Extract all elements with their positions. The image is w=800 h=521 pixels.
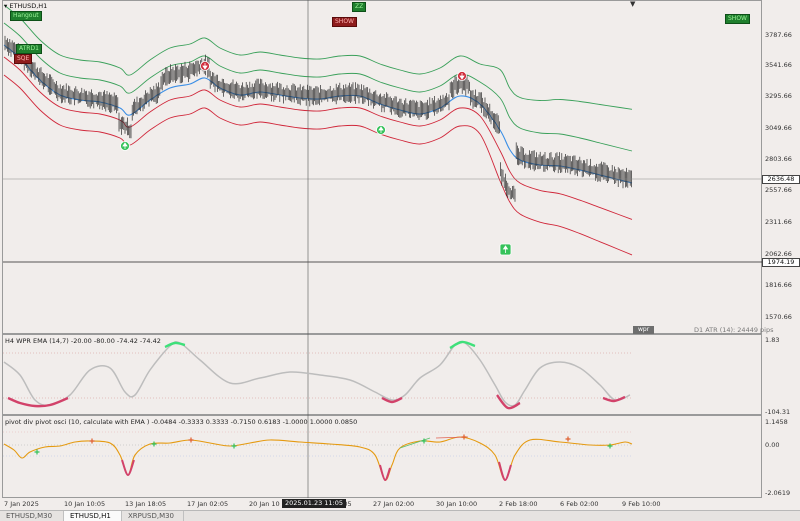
wpr-axis-top: 1.83 (765, 336, 780, 344)
wpr-tag[interactable]: wpr (633, 326, 655, 334)
pivot-low-segment-2 (379, 464, 391, 482)
wpr-overbought-segment (164, 341, 186, 349)
price-axis-tick: 2557.66 (765, 186, 792, 194)
price-axis-tick: 3787.66 (765, 31, 792, 39)
atr-readout: D1 ATR (14): 24449 pips (694, 326, 774, 334)
current-price-label: 2636.48 (762, 175, 800, 184)
wpr-title: H4 WPR EMA (14,7) -20.00 -80.00 -74.42 -… (5, 337, 161, 345)
indicator-label-hangout[interactable]: Hangout (10, 11, 42, 21)
time-axis-tick: 7 Jan 2025 (4, 500, 39, 508)
pivot-divergence-line (399, 437, 431, 449)
time-axis-tick: 13 Jan 18:05 (125, 500, 167, 508)
pivot-oscillator-line (3, 436, 633, 481)
symbol-title: ▾ ETHUSD,H1 (4, 2, 47, 10)
pivot-marker-icon-2 (151, 441, 157, 447)
wpr-oversold-segment-3 (496, 394, 521, 410)
time-axis-tick: 27 Jan 02:00 (373, 500, 415, 508)
crosshair-time-label: 2025.01.23 11:05 (282, 499, 347, 508)
shift-marker-icon[interactable]: ▼ (630, 0, 635, 8)
tab-ethusd-h1[interactable]: ETHUSD,H1 (64, 511, 122, 521)
time-axis-tick: 17 Jan 02:05 (187, 500, 229, 508)
indicator-label-show[interactable]: SHOW (332, 17, 357, 27)
time-axis-tick: 30 Jan 10:00 (436, 500, 478, 508)
chart-drawing-layer (3, 0, 762, 498)
symbol-title-text: ETHUSD,H1 (9, 2, 48, 10)
wpr-line (3, 340, 631, 407)
chart-tab-bar: ETHUSD,M30 ETHUSD,H1 XRPUSD,M30 (0, 510, 800, 521)
crosshair-price-label: 1974.19 (762, 258, 800, 267)
price-axis-tick: 2311.66 (765, 218, 792, 226)
price-axis-tick: 2062.66 (765, 250, 792, 258)
dropdown-triangle-icon[interactable]: ▾ (4, 2, 7, 10)
price-axis-tick: 3049.66 (765, 124, 792, 132)
indicator-label-atrd1[interactable]: ATRD1 (16, 44, 42, 54)
pivot-marker-icon-1 (89, 438, 95, 444)
pivot-axis-top: 1.1458 (765, 418, 788, 426)
pivot-marker-icon-6 (461, 434, 467, 440)
tab-ethusd-m30[interactable]: ETHUSD,M30 (0, 511, 64, 521)
pivot-marker-icon-3 (188, 437, 194, 443)
time-axis-tick: 9 Feb 10:00 (622, 500, 661, 508)
pivot-low-segment-3 (498, 461, 512, 482)
indicator-label-show-right[interactable]: SHOW (725, 14, 750, 24)
indicator-label-zz[interactable]: ZZ (352, 2, 367, 12)
price-axis-tick: 3295.66 (765, 92, 792, 100)
tab-xrpusd-m30[interactable]: XRPUSD,M30 (122, 511, 184, 521)
price-axis-tick: 1570.66 (765, 313, 792, 321)
pivot-axis-bottom: -2.0619 (765, 489, 791, 497)
price-axis-tick: 2803.66 (765, 155, 792, 163)
price-axis-tick: 1816.66 (765, 281, 792, 289)
price-axis-tick: 3541.66 (765, 61, 792, 69)
lower-band-inner (3, 56, 633, 220)
pivot-marker-icon-4 (231, 443, 237, 449)
time-axis-tick: 20 Jan 10 (249, 500, 280, 508)
pivot-marker-icon-7 (565, 436, 571, 442)
wpr-axis-bottom: -104.31 (765, 408, 791, 416)
time-axis-tick: 6 Feb 02:00 (560, 500, 599, 508)
price-candles (4, 35, 632, 202)
pivot-axis-mid: 0.00 (765, 441, 780, 449)
indicator-label-sqe[interactable]: SQE (14, 54, 33, 64)
time-axis-tick: 10 Jan 10:05 (64, 500, 106, 508)
time-axis-tick: 2 Feb 18:00 (499, 500, 538, 508)
pivot-title: pivot div pivot osci (10, calculate with… (5, 418, 358, 426)
